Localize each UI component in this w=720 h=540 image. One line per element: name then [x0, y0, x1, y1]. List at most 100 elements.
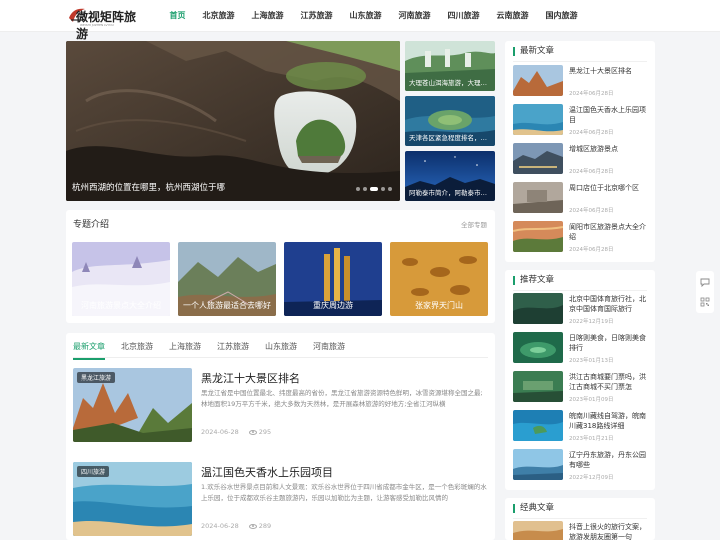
sidebar-article[interactable]: 温江国色天香水上乐园项目 2024年06月28日: [513, 104, 649, 138]
sidebar-title[interactable]: 抖音上很火的旅行文案，旅游发朋友圈第一句: [569, 522, 649, 540]
article-thumbnail[interactable]: 四川旅游: [73, 462, 192, 536]
sidebar-article[interactable]: 增城区旅游景点 2024年06月28日: [513, 143, 649, 177]
nav-home[interactable]: 首页: [165, 0, 190, 32]
sidebar-title[interactable]: 日喀则美食，日喀则美食排行: [569, 333, 649, 353]
sidebar-title[interactable]: 皖南川藏线自驾游，皖南川藏318路线详细: [569, 411, 649, 431]
sidebar-article[interactable]: 黑龙江十大景区排名 2024年06月28日: [513, 65, 649, 99]
nav-sichuan[interactable]: 四川旅游: [443, 0, 484, 32]
sidebar-title[interactable]: 洪江古商城要门票吗，洪江古商城不买门票怎: [569, 372, 649, 392]
hero-side-item[interactable]: 天津各区紧急程度排名，天津各区排名: [405, 96, 495, 146]
view-count: 289: [258, 522, 272, 530]
article-category-badge[interactable]: 黑龙江旅游: [77, 372, 116, 383]
sidebar-heading: 经典文章: [513, 504, 554, 513]
sidebar-title[interactable]: 增城区旅游景点: [569, 144, 649, 154]
floating-toolbar: [696, 271, 714, 313]
view-count: 295: [258, 428, 272, 436]
slider-dots: [356, 187, 392, 191]
topic-card[interactable]: 一个人旅游最适合去哪好: [178, 242, 276, 316]
sidebar-date: 2023年01月13日: [569, 358, 614, 364]
nav-henan[interactable]: 河南旅游: [394, 0, 435, 32]
eye-icon: [248, 523, 257, 529]
sidebar-thumbnail[interactable]: [513, 332, 563, 363]
topics-panel: 专题介绍 全部专题 河南旅游景点大全介绍 一个人旅游最适合去哪好 重庆周边游 张…: [66, 210, 495, 323]
sidebar-thumbnail[interactable]: [513, 410, 563, 441]
side-caption: 大理苍山洱海旅游，大理苍山洱海旅游攻略: [409, 79, 493, 87]
sidebar-image: [513, 221, 563, 252]
sidebar-heading: 推荐文章: [513, 276, 554, 285]
hero-caption[interactable]: 杭州西湖的位置在哪里，杭州西湖位于哪: [72, 181, 225, 193]
sidebar-image: [513, 65, 563, 96]
sidebar-image: [513, 104, 563, 135]
sidebar-title[interactable]: 阆阳市区旅游景点大全介绍: [569, 222, 649, 242]
article-date: 2024-06-28: [201, 522, 239, 530]
sidebar-thumbnail[interactable]: [513, 104, 563, 135]
sidebar-thumbnail[interactable]: [513, 371, 563, 402]
sidebar-date: 2022年12月19日: [569, 319, 614, 325]
nav-jiangsu[interactable]: 江苏旅游: [296, 0, 337, 32]
sidebar-divider: [513, 61, 647, 62]
sidebar-title[interactable]: 黑龙江十大景区排名: [569, 66, 649, 76]
nav-beijing[interactable]: 北京旅游: [198, 0, 239, 32]
sidebar-thumbnail[interactable]: [513, 449, 563, 480]
slider-dot[interactable]: [381, 187, 385, 191]
sidebar-title[interactable]: 辽宁丹东旅游，丹东公园有哪些: [569, 450, 649, 470]
sidebar-thumbnail[interactable]: [513, 182, 563, 213]
sidebar-article[interactable]: 周口店位于北京哪个区 2024年06月28日: [513, 182, 649, 216]
sidebar-article[interactable]: 北京中国体育旅行社，北京中国体育国际旅行 2022年12月19日: [513, 293, 649, 327]
nav-shandong[interactable]: 山东旅游: [345, 0, 386, 32]
slider-dot[interactable]: [388, 187, 392, 191]
article-title[interactable]: 黑龙江十大景区排名: [201, 370, 300, 386]
article-meta: 2024-06-28 295: [201, 428, 271, 436]
article-thumbnail[interactable]: 黑龙江旅游: [73, 368, 192, 442]
sidebar-article[interactable]: 抖音上很火的旅行文案，旅游发朋友圈第一句: [513, 521, 649, 540]
sidebar-image: [513, 293, 563, 324]
sidebar-thumbnail[interactable]: [513, 521, 563, 540]
chat-icon[interactable]: [700, 277, 710, 287]
slider-dot-active[interactable]: [370, 187, 378, 191]
topic-card[interactable]: 重庆周边游: [284, 242, 382, 316]
hero-side-item[interactable]: 阿勒泰市简介，阿勒泰市简介是: [405, 151, 495, 201]
topic-card[interactable]: 河南旅游景点大全介绍: [72, 242, 170, 316]
nav-domestic[interactable]: 国内旅游: [541, 0, 582, 32]
site-logo[interactable]: 微视矩阵旅游 WEISHI JUZHEN LVYOU: [68, 4, 140, 41]
sidebar-divider: [513, 290, 647, 291]
sidebar-date: 2024年06月28日: [569, 91, 614, 97]
sidebar-title[interactable]: 北京中国体育旅行社，北京中国体育国际旅行: [569, 294, 649, 314]
topic-card[interactable]: 张家界天门山: [390, 242, 488, 316]
sidebar-article[interactable]: 辽宁丹东旅游，丹东公园有哪些 2022年12月09日: [513, 449, 649, 483]
article-item[interactable]: 黑龙江旅游 黑龙江十大景区排名 黑龙江省是中国位置最北、纬度最高的省份，黑龙江省…: [73, 368, 489, 444]
article-item[interactable]: 四川旅游 温江国色天香水上乐园项目 1.欢乐谷水世界景点目前和人文景观：欢乐谷水…: [73, 462, 489, 538]
article-meta: 2024-06-28 289: [201, 522, 271, 530]
tab-divider: [73, 357, 488, 358]
sidebar-thumbnail[interactable]: [513, 293, 563, 324]
sidebar-thumbnail[interactable]: [513, 65, 563, 96]
articles-panel: 最新文章 北京旅游 上海旅游 江苏旅游 山东旅游 河南旅游 黑龙江旅游 黑龙江十…: [66, 333, 495, 540]
qrcode-icon[interactable]: [700, 297, 710, 307]
sidebar-thumbnail[interactable]: [513, 221, 563, 252]
hero-slider[interactable]: 杭州西湖的位置在哪里，杭州西湖位于哪: [66, 41, 400, 201]
sidebar-image: [513, 521, 563, 540]
sidebar-article[interactable]: 阆阳市区旅游景点大全介绍 2024年06月28日: [513, 221, 649, 255]
slider-dot[interactable]: [363, 187, 367, 191]
sidebar-article[interactable]: 日喀则美食，日喀则美食排行 2023年01月13日: [513, 332, 649, 366]
article-category-badge[interactable]: 四川旅游: [77, 466, 110, 477]
nav-shanghai[interactable]: 上海旅游: [247, 0, 288, 32]
article-views: 289: [248, 522, 272, 530]
sidebar-date: 2024年06月28日: [569, 130, 614, 136]
hero-side-item[interactable]: 大理苍山洱海旅游，大理苍山洱海旅游攻略: [405, 41, 495, 91]
eye-icon: [248, 429, 257, 435]
sidebar-article[interactable]: 皖南川藏线自驾游，皖南川藏318路线详细 2023年01月21日: [513, 410, 649, 444]
nav-yunnan[interactable]: 云南旅游: [492, 0, 533, 32]
article-title[interactable]: 温江国色天香水上乐园项目: [201, 464, 333, 480]
topic-label: 河南旅游景点大全介绍: [81, 301, 161, 310]
sidebar-date: 2023年01月21日: [569, 436, 614, 442]
topics-more-link[interactable]: 全部专题: [461, 219, 487, 229]
sidebar-thumbnail[interactable]: [513, 143, 563, 174]
side-caption: 天津各区紧急程度排名，天津各区排名: [409, 134, 493, 142]
sidebar-title[interactable]: 温江国色天香水上乐园项目: [569, 105, 649, 125]
logo-subtitle: WEISHI JUZHEN LVYOU: [80, 23, 114, 27]
sidebar-date: 2024年06月28日: [569, 208, 614, 214]
slider-dot[interactable]: [356, 187, 360, 191]
sidebar-article[interactable]: 洪江古商城要门票吗，洪江古商城不买门票怎 2023年01月09日: [513, 371, 649, 405]
sidebar-title[interactable]: 周口店位于北京哪个区: [569, 183, 649, 193]
